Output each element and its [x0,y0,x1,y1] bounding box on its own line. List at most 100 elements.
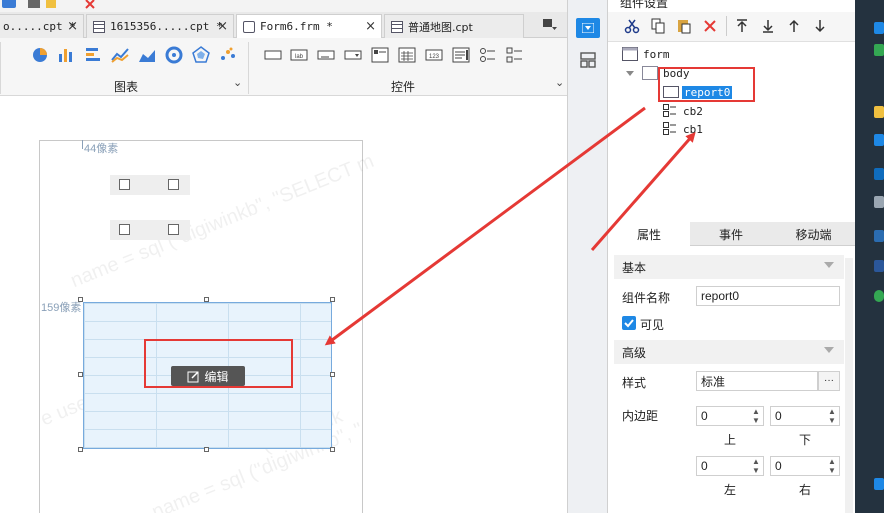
cut-icon[interactable] [624,18,640,34]
spinner-icon[interactable]: ▲ ▼ [825,457,839,477]
padding-right-input[interactable]: 0 ▲ ▼ [770,456,840,476]
button-widget-icon[interactable] [264,46,282,64]
scatter-chart-icon[interactable] [219,46,237,64]
tab-properties[interactable]: 属性 [608,222,690,246]
spinner-icon[interactable]: ▲ ▼ [749,407,763,427]
visible-checkbox[interactable] [622,316,636,330]
checkbox-icon [119,179,130,190]
horizontal-bar-icon[interactable] [84,46,102,64]
checkbox-icon [119,224,130,235]
app-icon[interactable] [874,478,884,490]
tab-events[interactable]: 事件 [690,222,772,246]
component-name-input[interactable]: report0 [696,286,840,306]
close-red-icon[interactable] [84,0,96,10]
widget-settings-button[interactable] [576,18,600,38]
move-to-bottom-icon[interactable] [760,18,776,34]
resize-handle[interactable] [330,372,335,377]
paste-icon[interactable] [676,18,692,34]
resize-handle[interactable] [78,372,83,377]
annotation-box [658,67,755,102]
tab-4[interactable]: 普通地图.cpt [384,14,524,38]
style-more-button[interactable]: ··· [818,371,840,391]
pie-chart-icon[interactable] [31,46,49,64]
style-label: 样式 [622,376,647,390]
tree-node-cb2[interactable]: cb2 [683,105,703,118]
copy-icon[interactable] [650,18,666,34]
radio-group-widget-icon[interactable] [479,46,497,64]
textarea-widget-icon[interactable] [452,46,470,64]
property-tabs: 属性 事件 移动端 [608,222,855,246]
quick-access-icons[interactable] [2,0,62,12]
section-advanced[interactable]: 高级 [614,340,844,364]
collapse-triangle-icon[interactable] [626,70,634,78]
padding-bottom-input[interactable]: 0 ▲ ▼ [770,406,840,426]
checkbox-widget-cb1[interactable] [110,220,190,240]
label-widget-icon[interactable]: lab [290,46,308,64]
spinner-icon[interactable]: ▲ ▼ [825,407,839,427]
line-chart-icon[interactable] [111,46,129,64]
app-icon[interactable] [874,230,884,242]
resize-handle[interactable] [204,297,209,302]
area-chart-icon[interactable] [138,46,156,64]
title-strip [0,0,567,12]
move-down-icon[interactable] [812,18,828,34]
dropdown-widget-icon[interactable] [344,46,362,64]
app-icon[interactable] [874,260,884,272]
close-icon[interactable]: × [217,19,228,34]
svg-text:lab: lab [295,54,304,60]
chevron-down-icon[interactable]: ⌄ [233,76,242,89]
app-icon[interactable] [874,22,884,34]
section-basic[interactable]: 基本 [614,255,844,279]
tab-2[interactable]: 1615356.....cpt * × [86,14,234,38]
app-icon[interactable] [874,290,884,302]
tab-menu-icon[interactable] [542,17,558,31]
resize-handle[interactable] [330,447,335,452]
layout-icon[interactable] [580,52,596,68]
resize-handle[interactable] [78,447,83,452]
padding-right-value: 0 [775,459,782,473]
tab-label: 普通地图.cpt [408,20,473,34]
resize-handle[interactable] [330,297,335,302]
app-icon[interactable] [874,168,884,180]
tab-form6[interactable]: Form6.frm * × [236,14,382,38]
padding-left-input[interactable]: 0 ▲ ▼ [696,456,764,476]
radio-list-widget-icon[interactable] [371,46,389,64]
date-widget-icon[interactable] [398,46,416,64]
number-widget-icon[interactable]: 123 [425,46,443,64]
close-icon[interactable]: × [67,19,78,34]
radar-chart-icon[interactable] [192,46,210,64]
checkbox-group-widget-icon[interactable] [506,46,524,64]
chevron-down-icon[interactable]: ⌄ [555,76,564,89]
style-input[interactable]: 标准 [696,371,818,391]
checkbox-widget-cb2[interactable] [110,175,190,195]
move-to-top-icon[interactable] [734,18,750,34]
tab-mobile[interactable]: 移动端 [772,222,855,246]
pixel-label-44: 44像素 [84,143,119,155]
edit-button[interactable]: 编辑 [171,366,245,386]
tree-node-form[interactable]: form [643,48,670,61]
padding-top-label: 上 [724,433,737,447]
gauge-chart-icon[interactable] [165,46,183,64]
app-icon[interactable] [874,196,884,208]
browser-icon[interactable] [874,44,884,56]
scrollbar[interactable] [845,258,853,513]
tab-1[interactable]: o.....cpt * × [0,14,84,38]
delete-icon[interactable] [702,18,718,34]
tree-node-cb1[interactable]: cb1 [683,123,703,136]
spinner-icon[interactable]: ▲ ▼ [749,457,763,477]
padding-top-input[interactable]: 0 ▲ ▼ [696,406,764,426]
divider [0,42,1,94]
close-icon[interactable]: × [365,19,376,34]
visible-label: 可见 [640,318,665,332]
padding-bottom-label: 下 [799,433,812,447]
resize-handle[interactable] [78,297,83,302]
app-icon[interactable] [874,134,884,146]
resize-handle[interactable] [204,447,209,452]
side-toolbar [567,0,608,513]
app-icon[interactable] [874,106,884,118]
move-up-icon[interactable] [786,18,802,34]
bar-chart-icon[interactable] [57,46,75,64]
textbox-widget-icon[interactable] [317,46,335,64]
panel-title: 组件设置 [620,0,669,10]
padding-top-value: 0 [701,409,708,423]
